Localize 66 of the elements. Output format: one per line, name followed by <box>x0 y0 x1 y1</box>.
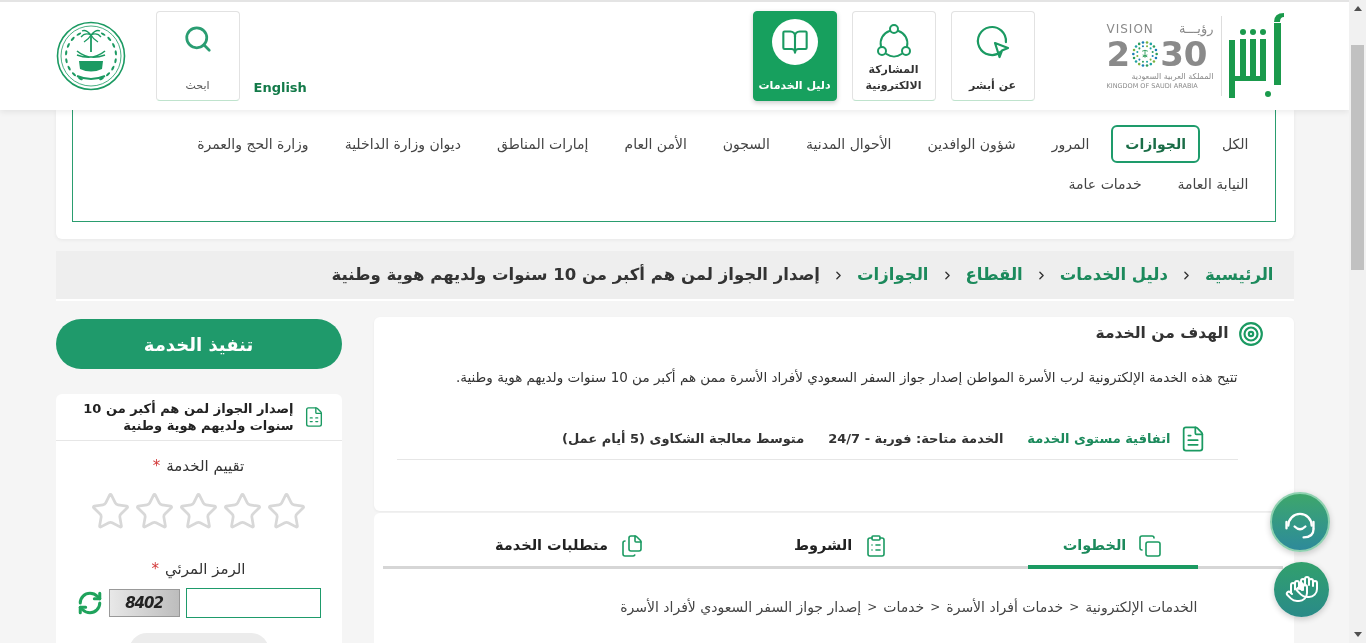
country-arabic-text: المملكة العربية السعودية <box>1130 71 1214 82</box>
search-icon <box>182 24 213 54</box>
required-mark: * <box>152 456 161 476</box>
dotted-ring-icon <box>1131 40 1160 68</box>
scroll-up-icon[interactable] <box>1353 6 1362 11</box>
nav-button[interactable]: عن أبشر <box>950 11 1035 101</box>
execute-button[interactable]: تنفيذ الخدمة <box>55 319 342 369</box>
rating-label: تقييم الخدمة <box>166 456 245 476</box>
refresh-icon[interactable] <box>76 590 103 616</box>
captcha-input[interactable] <box>185 588 321 618</box>
bars-logo-icon <box>1228 13 1285 99</box>
breadcrumb-link[interactable]: الرئيسية <box>1204 262 1274 288</box>
goal-title: الهدف من الخدمة <box>1095 323 1229 345</box>
required-mark: * <box>151 559 159 579</box>
category-tab[interactable]: خدمات عامة <box>1054 165 1156 203</box>
hands-icon <box>1284 574 1319 605</box>
breadcrumb-link[interactable]: دليل الخدمات <box>1059 262 1168 288</box>
support-button[interactable] <box>1270 492 1330 552</box>
tab[interactable]: متطلبات الخدمة <box>484 526 655 569</box>
category-tab[interactable]: الأمن العام <box>610 125 701 163</box>
scroll-down-icon[interactable] <box>1353 632 1362 637</box>
scrollbar-thumb[interactable] <box>1351 45 1364 270</box>
path-text: الخدمات الإلكترونية <box>1085 598 1198 617</box>
nodes-icon <box>875 22 912 59</box>
nav-button[interactable]: المشاركة الالكترونية <box>851 11 936 101</box>
category-tab[interactable]: الجوازات <box>1111 125 1200 163</box>
sla-title: اتفاقية مستوى الخدمة <box>1027 430 1171 449</box>
goal-description: تتيح هذه الخدمة الإلكترونية لرب الأسرة المواطن إصدار جواز السفر السعودي لأفراد الأسرة ممن هم أكبر من 10 سنوات ولديهم هوية وطنية. <box>454 367 1238 387</box>
captcha-image: 8402 <box>108 589 180 617</box>
vision-arabic-text: رؤيـــة <box>1178 21 1214 37</box>
breadcrumb-link[interactable]: القطاع <box>965 262 1023 288</box>
category-tab[interactable]: السجون <box>708 125 784 163</box>
category-tab[interactable]: إمارات المناطق <box>483 125 603 163</box>
path-separator: > <box>930 599 941 616</box>
tab[interactable]: الشروط <box>756 526 926 569</box>
category-tab[interactable]: الكل <box>1208 125 1263 163</box>
year-digit-text: 2 <box>1106 37 1131 71</box>
language-link[interactable]: English <box>253 77 307 97</box>
path-separator: > <box>867 599 878 616</box>
vision-text: VISION <box>1106 21 1154 37</box>
path-text: خدمات <box>883 598 925 617</box>
service-title: إصدار الجواز لمن هم أكبر من 10 سنوات ولديهم هوية وطنية <box>82 400 294 434</box>
page-title: إصدار الجواز لمن هم أكبر من 10 سنوات ولديهم هوية وطنية <box>331 263 820 286</box>
path-separator: > <box>1069 599 1080 616</box>
path-text: إصدار جواز السفر السعودي لأفراد الأسرة <box>620 597 862 617</box>
category-tab[interactable]: المرور <box>1037 125 1104 163</box>
cursor-circle-icon <box>974 24 1011 60</box>
path-text: خدمات أفراد الأسرة <box>946 597 1064 617</box>
category-tab[interactable]: ديوان وزارة الداخلية <box>330 125 475 163</box>
tab[interactable]: الخطوات <box>1027 526 1198 569</box>
sla-item: متوسط معالجة الشكاوى (5 أيام عمل) <box>562 429 805 449</box>
captcha-label: الرمز المرئي <box>165 559 246 579</box>
palm-emblem-icon <box>55 21 126 91</box>
linked-squares-icon <box>1138 533 1163 558</box>
category-tab[interactable]: وزارة الحج والعمرة <box>183 125 323 163</box>
search-button[interactable]: ابحث <box>155 11 240 101</box>
scrollbar[interactable] <box>1349 0 1366 643</box>
sla-item: الخدمة متاحة: فورية - 24/7 <box>828 430 1004 449</box>
category-tab[interactable]: الأحوال المدنية <box>792 125 906 163</box>
category-tab[interactable]: شؤون الوافدين <box>913 125 1030 163</box>
year-digits-text: 30 <box>1160 37 1208 71</box>
target-icon <box>1237 321 1264 347</box>
category-tab[interactable]: النيابة العامة <box>1163 165 1263 203</box>
documents-icon <box>619 533 644 558</box>
book-icon <box>771 19 818 65</box>
breadcrumb-link[interactable]: الجوازات <box>857 262 929 288</box>
